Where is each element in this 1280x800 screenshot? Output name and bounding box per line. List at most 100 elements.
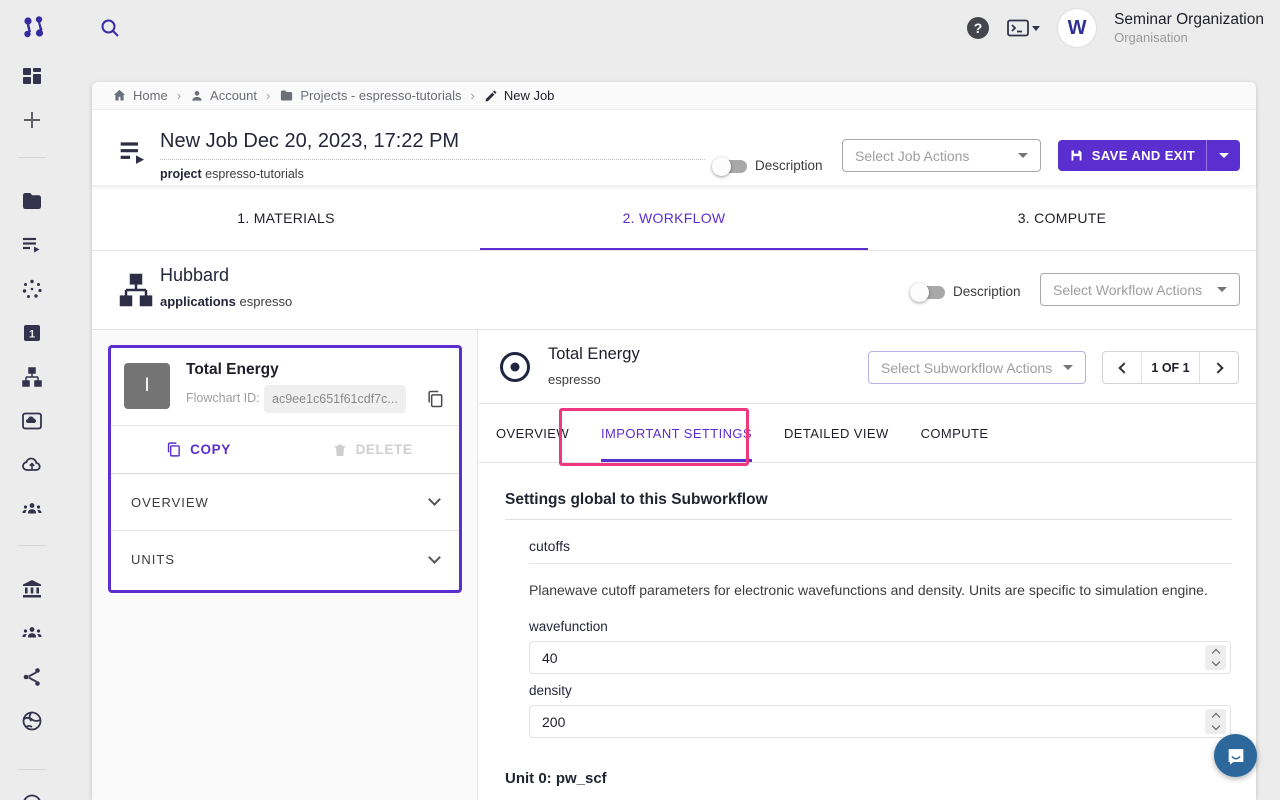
tab-overview[interactable]: OVERVIEW <box>496 404 569 462</box>
subworkflow-pager: 1 OF 1 <box>1102 351 1239 384</box>
console-menu[interactable] <box>1007 19 1040 37</box>
folder-icon <box>279 88 294 103</box>
divider <box>529 563 1232 564</box>
main-panel: Home › Account › Projects - espresso-tut… <box>92 82 1256 800</box>
density-field <box>529 705 1231 738</box>
density-stepper[interactable] <box>1205 709 1226 734</box>
toggle-knob <box>712 157 731 176</box>
chat-icon <box>1225 745 1247 767</box>
team-icon[interactable] <box>20 497 44 521</box>
org-block[interactable]: Seminar Organization Organisation <box>1114 10 1264 46</box>
breadcrumb-account[interactable]: Account <box>190 88 257 103</box>
job-scripts-icon[interactable] <box>20 233 44 257</box>
share-icon[interactable] <box>20 665 44 689</box>
breadcrumb-home[interactable]: Home <box>112 88 168 103</box>
materials-icon[interactable] <box>20 277 44 301</box>
tab-important-settings[interactable]: IMPORTANT SETTINGS <box>601 404 752 462</box>
org-name: Seminar Organization <box>1114 10 1264 29</box>
workflow-description-toggle[interactable] <box>912 286 945 299</box>
globe-icon[interactable] <box>20 709 44 733</box>
copy-icon <box>165 441 182 458</box>
wavefunction-label: wavefunction <box>529 619 608 634</box>
unit-card-header: I Total Energy Flowchart ID: ac9ee1c651f… <box>111 348 459 426</box>
avatar[interactable]: W <box>1058 9 1096 47</box>
chevron-left-icon <box>1118 362 1129 373</box>
chevron-down-icon <box>1063 365 1073 370</box>
sidebar-divider <box>18 545 46 546</box>
selected-unit-card[interactable]: I Total Energy Flowchart ID: ac9ee1c651f… <box>108 345 462 593</box>
app-logo-icon[interactable] <box>20 14 48 42</box>
wavefunction-field <box>529 641 1231 674</box>
top-bar: ? W Seminar Organization Organisation <box>0 0 1280 56</box>
workflow-description-label: Description <box>953 284 1021 299</box>
wavefunction-input[interactable] <box>529 641 1231 674</box>
chevron-down-icon <box>1217 287 1227 292</box>
workflows-icon[interactable] <box>20 365 44 389</box>
flowchart-id-label: Flowchart ID: <box>186 391 260 405</box>
terminal-icon <box>1007 19 1029 37</box>
subworkflow-actions-select[interactable]: Select Subworkflow Actions <box>868 351 1086 384</box>
cloud-upload-icon[interactable] <box>20 453 44 477</box>
subworkflow-title: Total Energy <box>548 345 640 364</box>
dropbox-icon[interactable] <box>20 409 44 433</box>
projects-folder-icon[interactable] <box>20 189 44 213</box>
density-input[interactable] <box>529 705 1231 738</box>
chevron-down-icon <box>428 493 441 506</box>
unit-one-icon[interactable]: 1 <box>20 321 44 345</box>
breadcrumb-current[interactable]: New Job <box>484 88 555 103</box>
units-column: I Total Energy Flowchart ID: ac9ee1c651f… <box>92 330 478 800</box>
subworkflow-header: Total Energy espresso Select Subworkflow… <box>478 330 1256 404</box>
workflow-header: Hubbard applications espresso Descriptio… <box>92 251 1256 330</box>
group-description: Planewave cutoff parameters for electron… <box>529 582 1208 598</box>
pencil-icon <box>484 89 498 103</box>
workflow-tree-icon <box>116 270 156 310</box>
job-title[interactable]: New Job Dec 20, 2023, 17:22 PM <box>160 130 705 160</box>
copy-id-icon[interactable] <box>425 389 445 409</box>
settings-heading: Settings global to this Subworkflow <box>505 491 768 509</box>
chevron-down-icon <box>1211 722 1219 730</box>
tab-detailed-view[interactable]: DETAILED VIEW <box>784 404 889 462</box>
subworkflow-panel: Total Energy espresso Select Subworkflow… <box>478 330 1256 800</box>
job-actions-select[interactable]: Select Job Actions <box>842 139 1041 172</box>
target-radio-icon <box>498 350 532 384</box>
explore-globe-icon[interactable] <box>20 792 44 800</box>
subworkflow-subtitle: espresso <box>548 372 601 387</box>
breadcrumb-separator: › <box>177 88 181 103</box>
workflow-meta: applications espresso <box>160 294 292 309</box>
accordion-units[interactable]: UNITS <box>111 531 459 588</box>
sidebar: 1 <box>0 56 64 800</box>
accordion-overview[interactable]: OVERVIEW <box>111 474 459 531</box>
chat-widget-button[interactable] <box>1214 734 1257 777</box>
unit-badge: I <box>124 363 170 409</box>
help-icon[interactable]: ? <box>967 17 989 39</box>
workflow-actions-select[interactable]: Select Workflow Actions <box>1040 273 1240 306</box>
description-toggle[interactable] <box>714 160 747 173</box>
description-label: Description <box>755 158 823 173</box>
search-icon[interactable] <box>98 16 122 40</box>
delete-button[interactable]: DELETE <box>285 426 459 473</box>
toggle-knob <box>910 283 929 302</box>
create-new-icon[interactable] <box>20 108 44 132</box>
save-and-exit-button[interactable]: SAVE AND EXIT <box>1058 140 1240 171</box>
job-header: New Job Dec 20, 2023, 17:22 PM project e… <box>92 110 1256 186</box>
unit-card-actions: COPY DELETE <box>111 426 459 474</box>
dashboard-icon[interactable] <box>20 64 44 88</box>
subworkflow-tabs: OVERVIEW IMPORTANT SETTINGS DETAILED VIE… <box>478 404 1256 463</box>
tab-materials[interactable]: 1. MATERIALS <box>92 186 480 250</box>
tab-workflow[interactable]: 2. WORKFLOW <box>480 186 868 250</box>
organization-bank-icon[interactable] <box>20 577 44 601</box>
breadcrumb-separator: › <box>266 88 270 103</box>
tab-compute[interactable]: COMPUTE <box>921 404 989 462</box>
pager-prev-button[interactable] <box>1103 352 1141 383</box>
divider <box>505 519 1232 520</box>
save-options-caret[interactable] <box>1206 140 1240 171</box>
chevron-down-icon <box>1018 153 1028 158</box>
pager-next-button[interactable] <box>1200 352 1238 383</box>
flowchart-id-value[interactable]: ac9ee1c651f61cdf7c... <box>264 385 406 413</box>
tab-compute[interactable]: 3. COMPUTE <box>868 186 1256 250</box>
copy-button[interactable]: COPY <box>111 426 285 473</box>
wavefunction-stepper[interactable] <box>1205 645 1226 670</box>
account-icon <box>190 89 204 103</box>
breadcrumb-projects[interactable]: Projects - espresso-tutorials <box>279 88 461 103</box>
members-icon[interactable] <box>20 621 44 645</box>
